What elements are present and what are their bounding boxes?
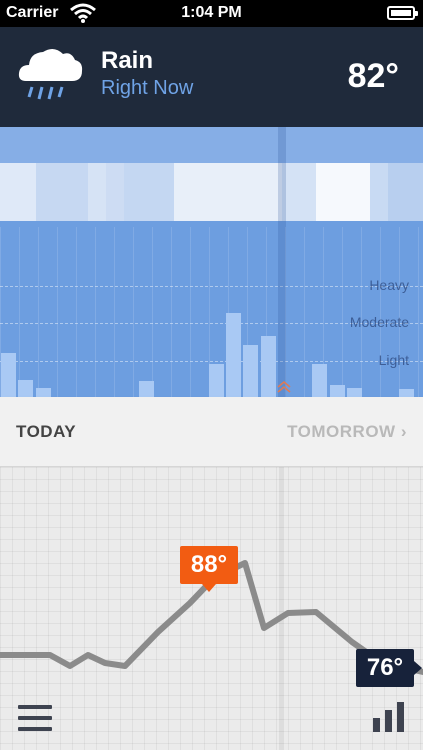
condition-title: Rain [101,47,154,74]
cloud-block [316,163,370,221]
chevron-right-icon: › [400,422,407,441]
precip-bar [399,389,414,397]
level-moderate: Moderate [349,314,409,330]
precip-bar [209,364,224,397]
cloud-block [282,163,316,221]
precip-bar [36,388,51,397]
precip-bar [330,385,345,397]
cloud-block [36,163,88,221]
temperature-line [0,560,423,675]
precip-bar [243,345,258,397]
current-temperature: 82° [347,57,399,95]
cloud-block [124,163,174,221]
precip-top-band [0,127,423,163]
bar-chart-icon[interactable] [373,700,405,732]
precip-bar [312,364,327,397]
high-temperature-badge: 88° [180,546,238,592]
menu-icon[interactable] [18,705,52,731]
day-selector: TODAY TOMORROW › [0,397,423,467]
light-gridline [0,361,423,362]
precip-bar [1,353,16,397]
status-bar: Carrier 1:04 PM [0,0,423,27]
cloud-block [0,163,36,221]
cloud-block [106,163,124,221]
low-temperature-badge: 76° [356,649,422,687]
precip-bar [261,336,276,397]
current-conditions-header[interactable]: Rain Right Now 82° [0,27,423,127]
cloud-cover-strip [0,163,423,221]
temperature-chart[interactable] [0,467,423,750]
precip-bar [139,381,154,397]
cloud-block [370,163,388,221]
precip-bar [18,380,33,397]
precip-bar [226,313,241,397]
level-heavy: Heavy [369,277,409,293]
now-indicator [278,127,286,397]
precip-bar [347,388,362,397]
battery-icon [387,6,418,20]
cloud-block [174,163,282,221]
tab-today[interactable]: TODAY [16,422,76,442]
heavy-gridline [0,286,423,287]
clock: 1:04 PM [181,4,242,21]
rain-cloud-icon [18,48,83,100]
condition-subtitle: Right Now [101,77,194,99]
tab-tomorrow[interactable]: TOMORROW › [287,422,407,442]
cloud-block [388,163,423,221]
tab-tomorrow-label: TOMORROW [287,422,396,441]
chevron-up-icon[interactable] [276,380,292,394]
level-light: Light [378,352,409,368]
precipitation-graph[interactable]: Heavy Moderate Light [0,127,423,397]
cloud-block [88,163,106,221]
